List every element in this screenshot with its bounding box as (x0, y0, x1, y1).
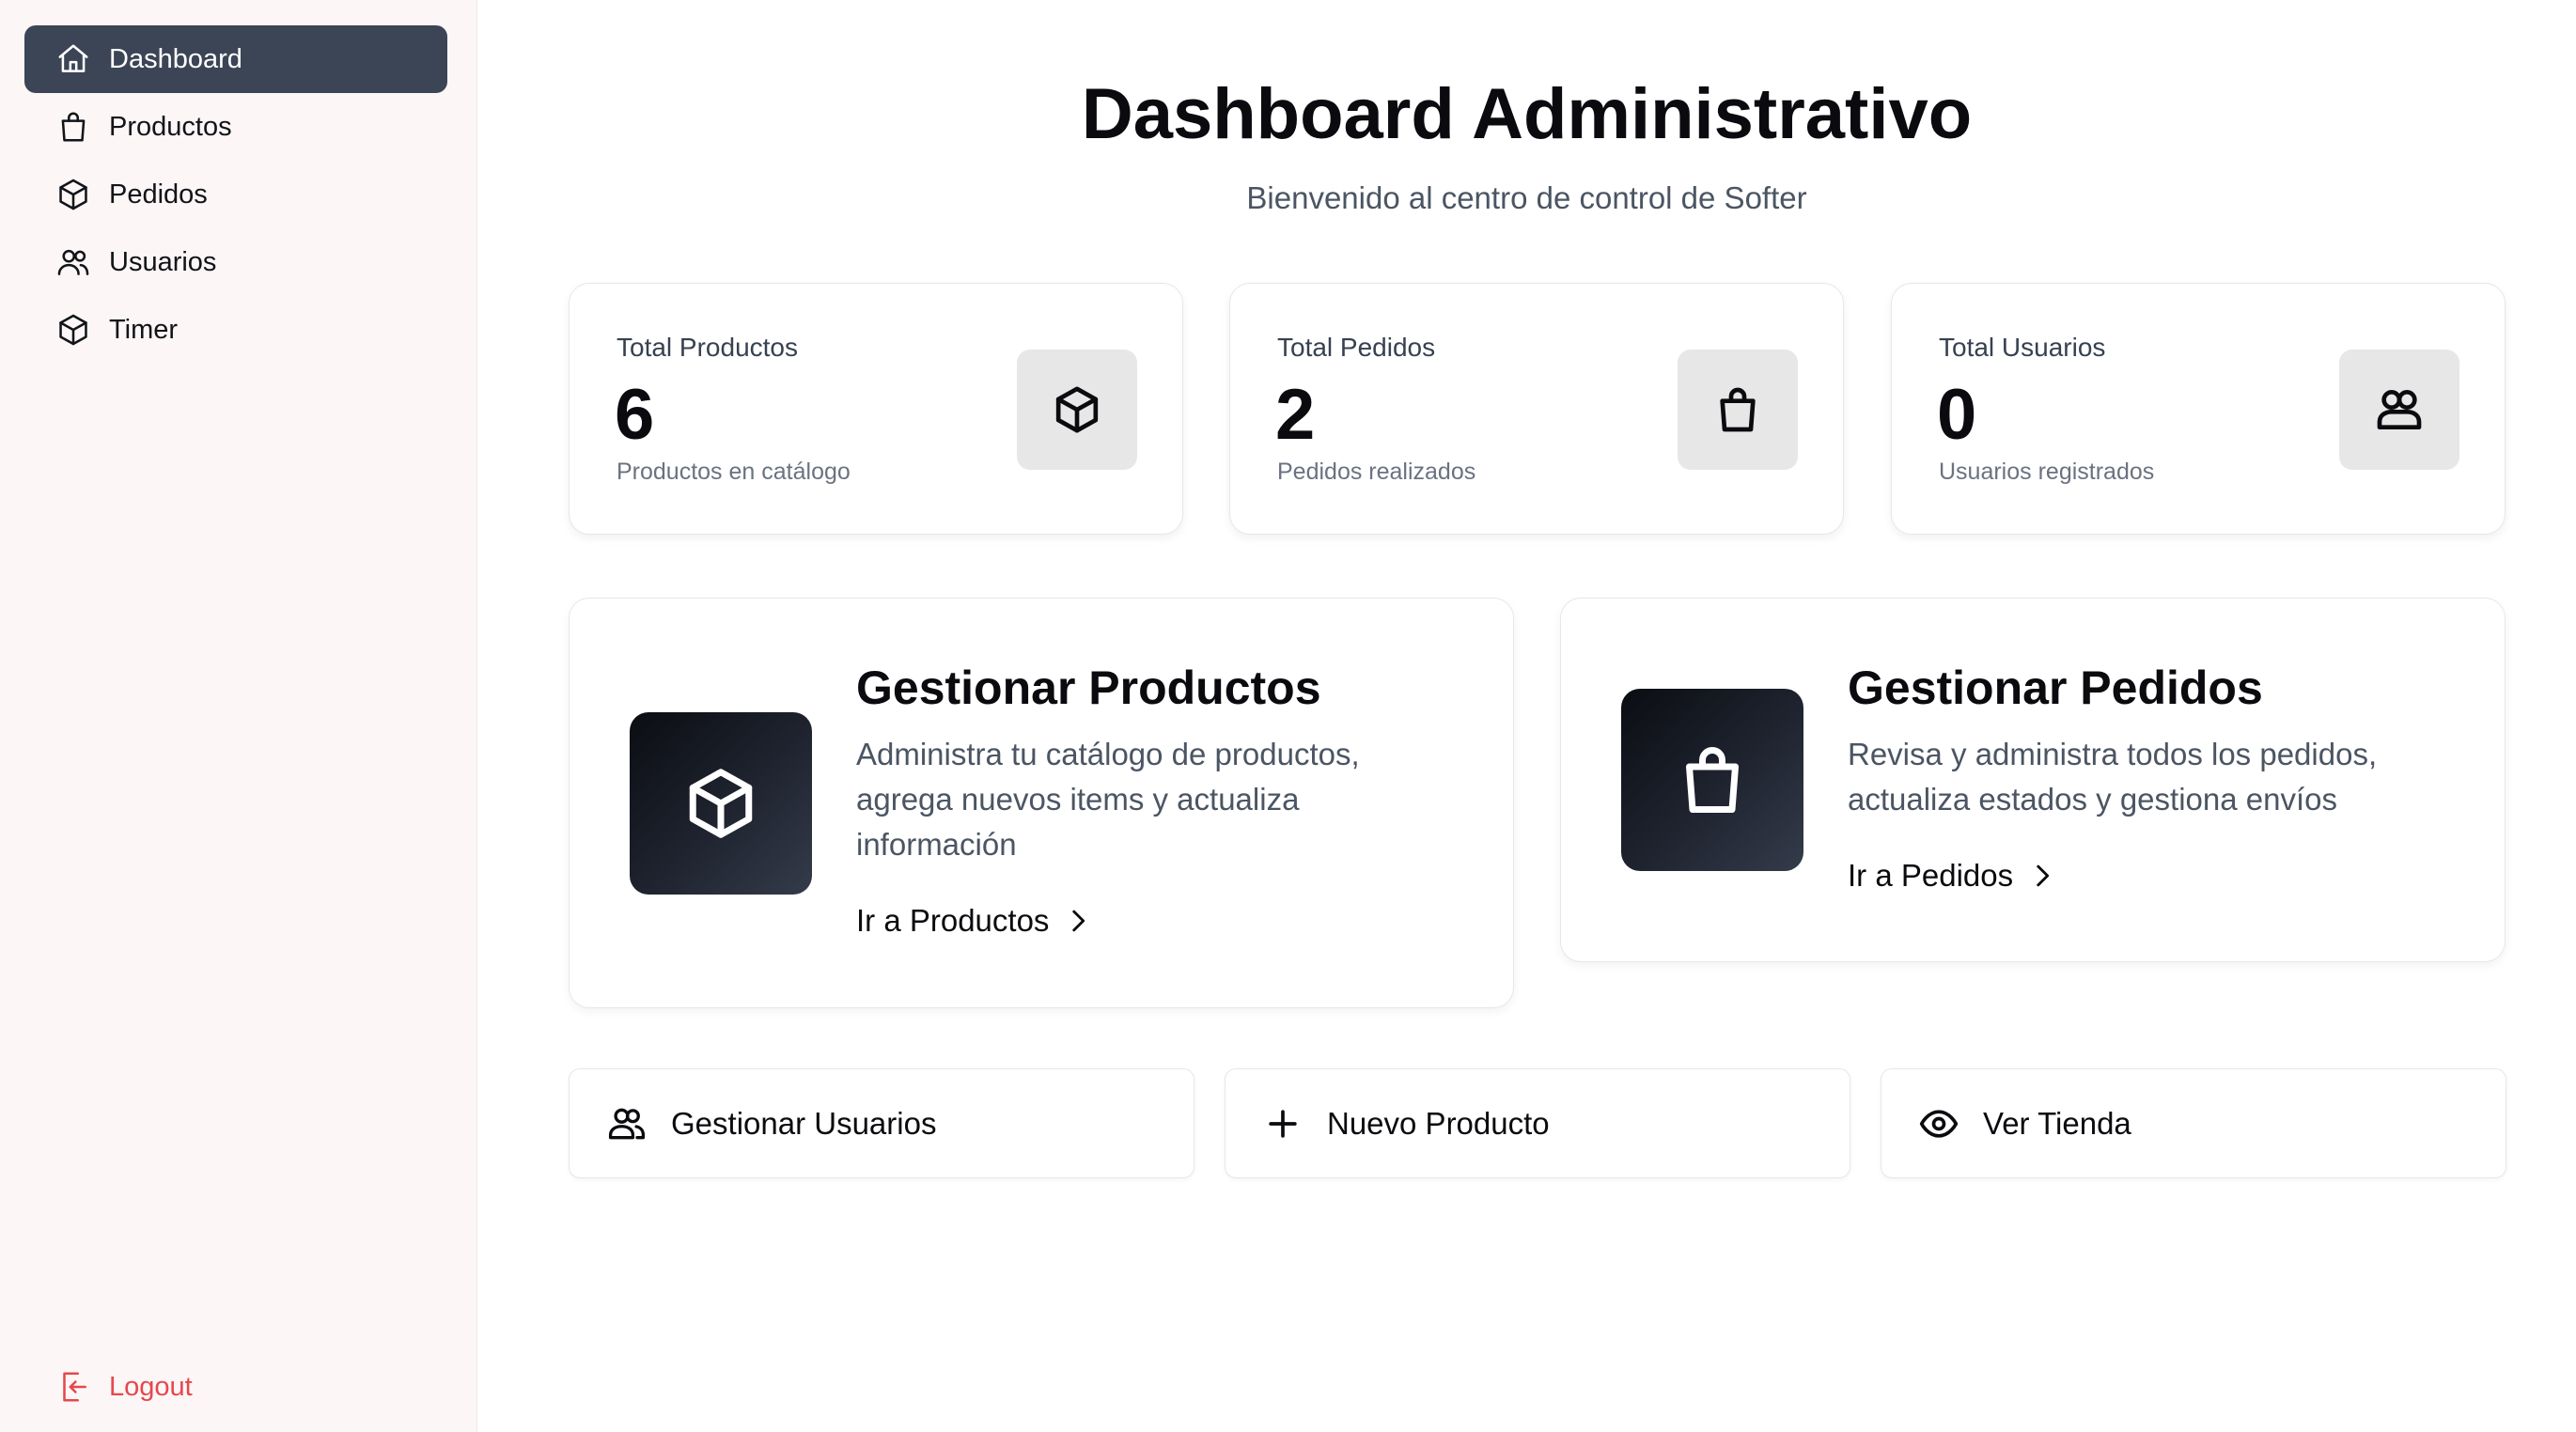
sidebar-item-label: Pedidos (109, 179, 208, 210)
sidebar-item-label: Dashboard (109, 43, 242, 74)
stat-card-productos: Total Productos 6 Productos en catálogo (569, 283, 1183, 535)
manage-users-button[interactable]: Gestionar Usuarios (569, 1068, 1194, 1178)
sidebar-item-label: Timer (109, 314, 179, 345)
go-to-productos-link[interactable]: Ir a Productos (856, 903, 1094, 939)
users-icon (605, 1102, 648, 1145)
stat-caption: Pedidos realizados (1277, 459, 1476, 485)
feature-title: Gestionar Pedidos (1848, 662, 2263, 714)
button-label: Nuevo Producto (1327, 1105, 1550, 1141)
feature-card-pedidos: Gestionar Pedidos Revisa y administra to… (1560, 598, 2506, 962)
sidebar: Dashboard Productos Pedidos Usuarios Tim… (0, 0, 477, 1432)
users-icon (2339, 350, 2459, 470)
page-subtitle: Bienvenido al centro de control de Softe… (1246, 180, 1807, 215)
stat-value: 2 (1275, 375, 1316, 455)
stat-value: 6 (615, 375, 655, 455)
stat-label: Total Productos (617, 333, 798, 362)
shopping-bag-icon (1621, 689, 1803, 871)
eye-icon (1917, 1102, 1960, 1145)
chevron-right-icon (1072, 910, 1085, 932)
sidebar-item-usuarios[interactable]: Usuarios (24, 228, 447, 296)
feature-title: Gestionar Productos (856, 662, 1321, 714)
stat-caption: Usuarios registrados (1939, 459, 2155, 485)
stat-card-usuarios: Total Usuarios 0 Usuarios registrados (1891, 283, 2506, 535)
sidebar-item-timer[interactable]: Timer (24, 296, 447, 364)
home-icon (55, 40, 92, 78)
go-to-pedidos-link[interactable]: Ir a Pedidos (1848, 858, 2058, 894)
feature-card-productos: Gestionar Productos Administra tu catálo… (569, 598, 1514, 1008)
link-label: Ir a Productos (856, 903, 1050, 938)
stat-label: Total Pedidos (1277, 333, 1436, 362)
chevron-right-icon (2037, 864, 2050, 887)
button-label: Gestionar Usuarios (671, 1105, 937, 1141)
view-store-button[interactable]: Ver Tienda (1881, 1068, 2506, 1178)
shopping-bag-icon (1678, 350, 1798, 470)
stat-value: 0 (1937, 375, 1977, 455)
stat-label: Total Usuarios (1939, 333, 2106, 362)
sidebar-item-label: Productos (109, 111, 232, 142)
package-icon (55, 311, 92, 349)
stat-card-pedidos: Total Pedidos 2 Pedidos realizados (1229, 283, 1844, 535)
stat-caption: Productos en catálogo (617, 459, 851, 485)
link-label: Ir a Pedidos (1848, 858, 2014, 893)
button-label: Ver Tienda (1983, 1105, 2131, 1141)
new-product-button[interactable]: Nuevo Producto (1225, 1068, 1850, 1178)
users-icon (55, 243, 92, 281)
logout-label: Logout (109, 1371, 193, 1402)
package-icon (55, 176, 92, 213)
package-icon (630, 712, 812, 895)
sidebar-item-pedidos[interactable]: Pedidos (24, 161, 447, 228)
sidebar-item-label: Usuarios (109, 246, 217, 277)
feature-description: Administra tu catálogo de productos, agr… (856, 737, 1360, 862)
package-icon (1017, 350, 1137, 470)
shopping-bag-icon (55, 108, 92, 146)
sidebar-item-productos[interactable]: Productos (24, 93, 447, 161)
plus-icon (1261, 1102, 1304, 1145)
sidebar-item-dashboard[interactable]: Dashboard (24, 25, 447, 93)
logout-icon (55, 1368, 92, 1406)
logout-button[interactable]: Logout (24, 1353, 447, 1421)
page-title: Dashboard Administrativo (1081, 74, 1973, 154)
feature-description: Revisa y administra todos los pedidos, a… (1848, 737, 2378, 817)
